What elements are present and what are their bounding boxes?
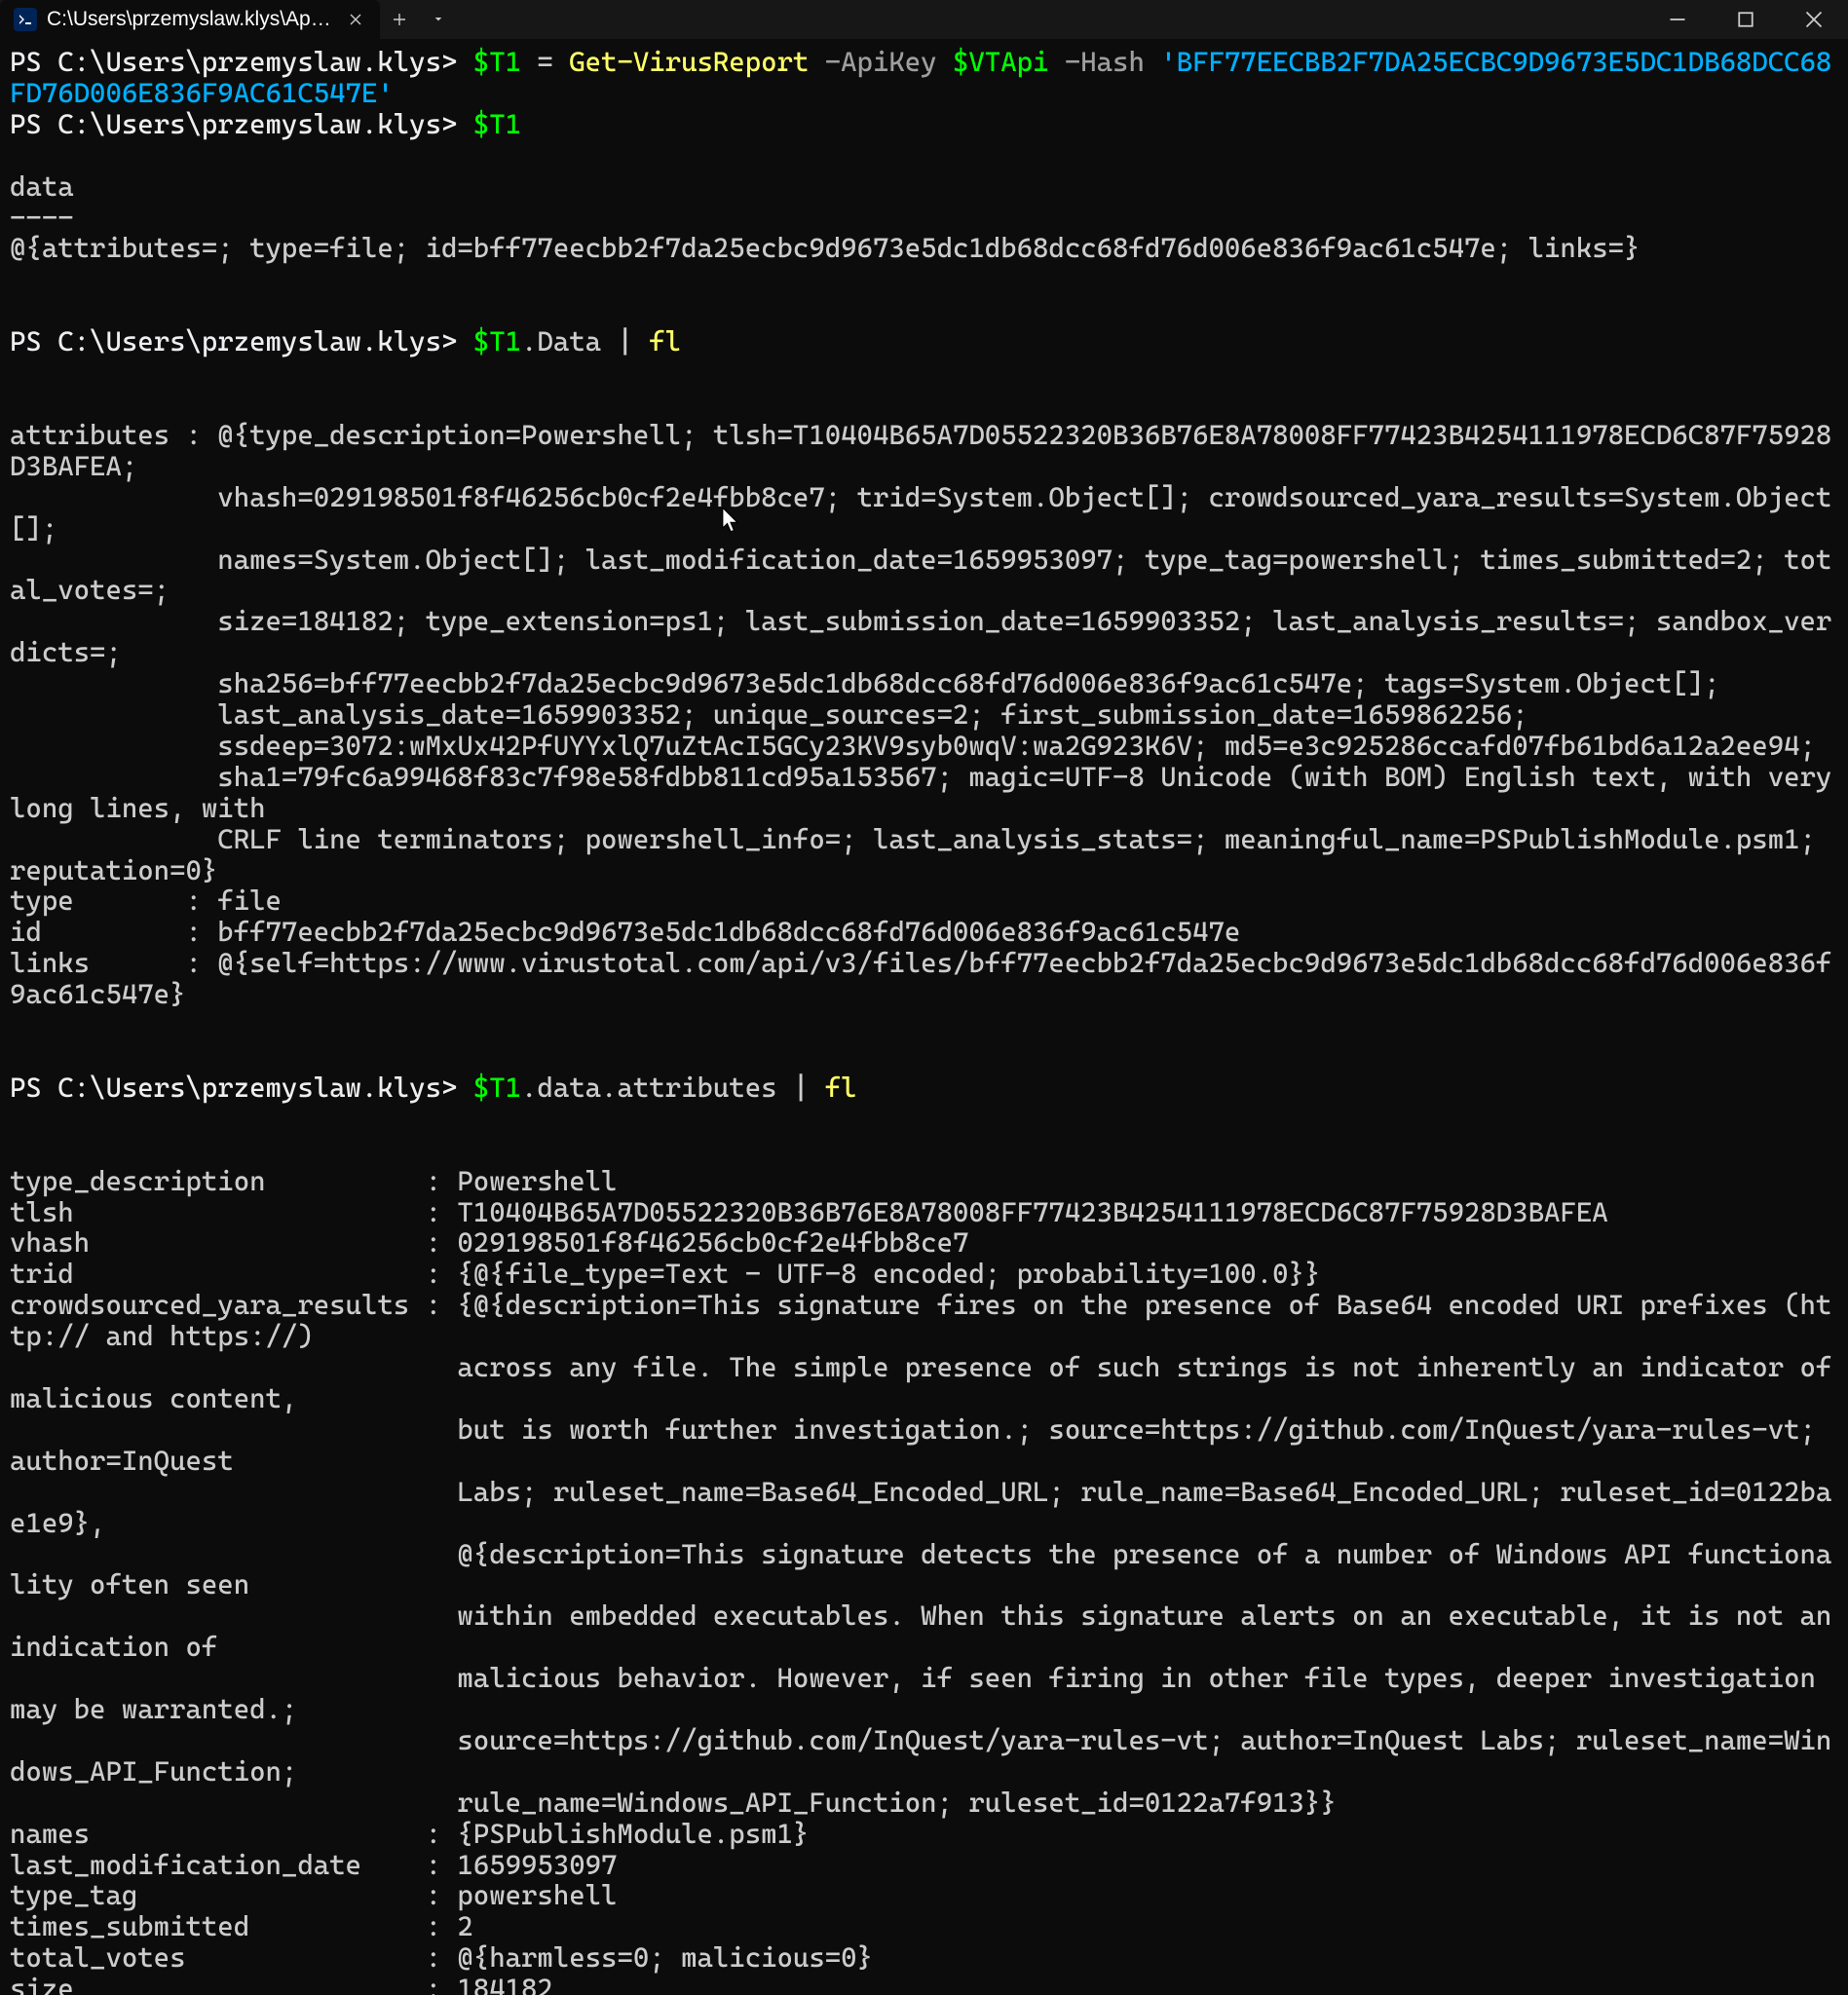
ps-prompt: PS C:\Users\przemyslaw.klys> bbox=[10, 325, 473, 358]
cmd4-var: $T1 bbox=[473, 1072, 521, 1104]
block1-attr-k: attributes : bbox=[10, 419, 217, 451]
block1-type-v: file bbox=[217, 885, 282, 917]
attributes-block: type_description : Powershell tlsh : T10… bbox=[10, 1165, 1848, 1995]
block1-type-k: type : bbox=[10, 885, 217, 917]
cmd3-fl: fl bbox=[649, 325, 681, 358]
powershell-icon bbox=[14, 8, 37, 31]
block1-id-k: id : bbox=[10, 916, 217, 948]
block1-id-v: bff77eecbb2f7da25ecbc9d9673e5dc1db68dcc6… bbox=[217, 916, 1240, 948]
cmd3-var: $T1 bbox=[473, 325, 521, 358]
cmd4-pipe: | bbox=[777, 1072, 825, 1104]
cmd1-assign: = bbox=[521, 46, 569, 78]
out-header: data ---- bbox=[10, 170, 74, 234]
minimize-button[interactable] bbox=[1643, 0, 1712, 39]
cmd1-var-vtapi: $VTApi bbox=[953, 46, 1048, 78]
block1-links-v: @{self=https://www.virustotal.com/api/v3… bbox=[10, 947, 1831, 1010]
cmd1-cmdlet: Get-VirusReport bbox=[569, 46, 809, 78]
cmd1-param-apikey: -ApiKey bbox=[809, 46, 953, 78]
cmd3-pipe: | bbox=[601, 325, 649, 358]
cmd4-prop: .data.attributes bbox=[521, 1072, 777, 1104]
block1-links-k: links : bbox=[10, 947, 217, 979]
new-tab-button[interactable] bbox=[380, 0, 419, 39]
cmd2-var: $T1 bbox=[473, 108, 521, 140]
maximize-button[interactable] bbox=[1712, 0, 1780, 39]
tab-dropdown-button[interactable] bbox=[419, 0, 458, 39]
cmd3-prop: .Data bbox=[521, 325, 601, 358]
cmd4-fl: fl bbox=[825, 1072, 857, 1104]
tab-active[interactable]: C:\Users\przemyslaw.klys\Ap… bbox=[0, 0, 380, 39]
ps-prompt: PS C:\Users\przemyslaw.klys> bbox=[10, 46, 473, 78]
titlebar: C:\Users\przemyslaw.klys\Ap… bbox=[0, 0, 1848, 39]
ps-prompt: PS C:\Users\przemyslaw.klys> bbox=[10, 1072, 473, 1104]
cmd1-var: $T1 bbox=[473, 46, 521, 78]
close-window-button[interactable] bbox=[1780, 0, 1848, 39]
tab-close-button[interactable] bbox=[345, 9, 366, 30]
titlebar-draggable[interactable] bbox=[458, 0, 1643, 39]
tab-title: C:\Users\przemyslaw.klys\Ap… bbox=[47, 8, 335, 31]
block1-attr-v: @{type_description=Powershell; tlsh=T104… bbox=[10, 419, 1848, 886]
ps-prompt: PS C:\Users\przemyslaw.klys> bbox=[10, 108, 473, 140]
cmd1-param-hash: -Hash bbox=[1048, 46, 1160, 78]
terminal-output[interactable]: PS C:\Users\przemyslaw.klys> $T1 = Get-V… bbox=[0, 39, 1848, 1995]
out-line: @{attributes=; type=file; id=bff77eecbb2… bbox=[10, 232, 1640, 264]
